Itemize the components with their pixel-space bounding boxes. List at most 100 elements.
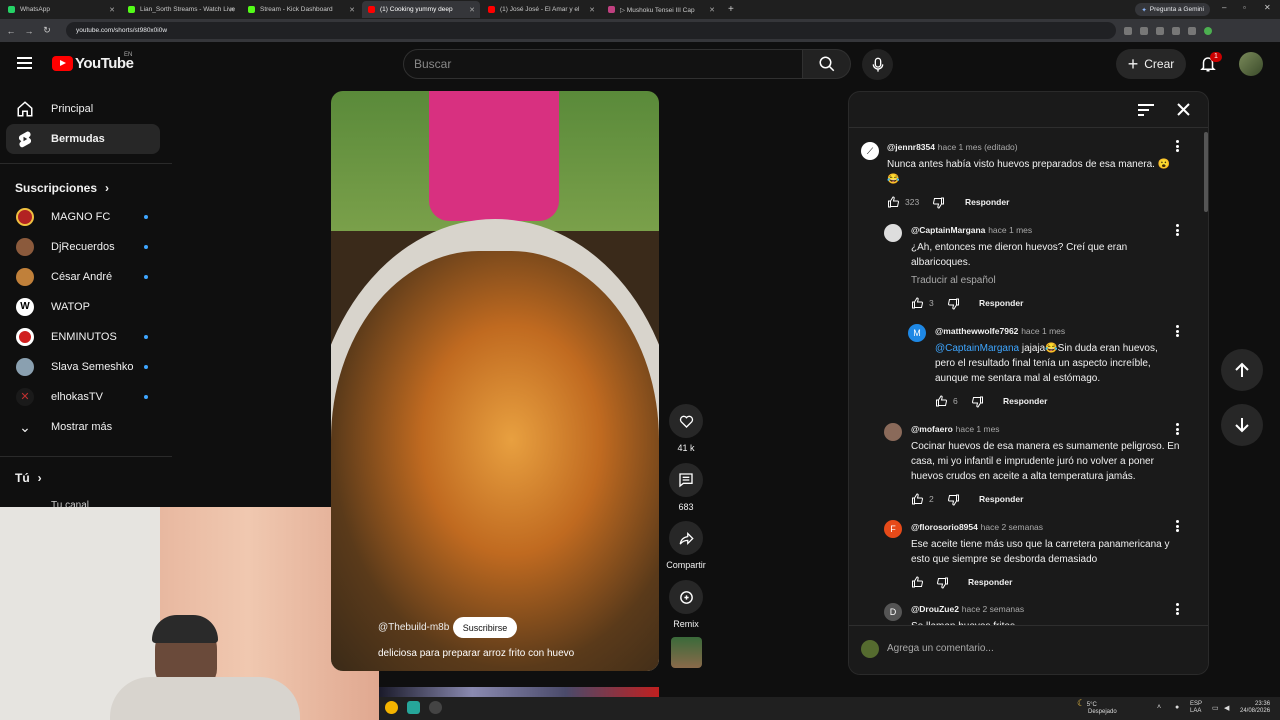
sidebar-sub-item[interactable]: César André <box>6 262 160 292</box>
browser-tab[interactable]: ▷ Mushoku Tensei III Cap ✕ <box>602 1 720 18</box>
remix-button[interactable] <box>669 580 703 614</box>
close-tab-icon[interactable]: ✕ <box>709 6 715 14</box>
commenter-avatar[interactable]: F <box>884 520 902 538</box>
you-heading[interactable]: Tú › <box>15 471 42 485</box>
browser-tab[interactable]: Lian_Sorth Streams - Watch Live ✕ <box>122 1 240 18</box>
network-icon[interactable]: ▭ <box>1212 704 1219 712</box>
gemini-button[interactable]: ✦ Pregunta a Gemini <box>1135 3 1210 16</box>
search-button[interactable] <box>803 49 851 79</box>
comment-handle[interactable]: @CaptainMargana <box>911 225 985 235</box>
short-channel-name[interactable]: @Thebuild-m8b <box>378 622 449 633</box>
add-comment-bar[interactable]: Agrega un comentario... <box>849 625 1208 674</box>
sidebar-item-shorts[interactable]: Bermudas <box>6 124 160 154</box>
sidebar-sub-item[interactable]: ✕ elhokasTV <box>6 382 160 412</box>
volume-icon[interactable]: ◀ <box>1224 704 1229 712</box>
microphone-tray-icon[interactable]: ● <box>1175 704 1179 711</box>
mention-link[interactable]: @CaptainMargana <box>935 343 1019 354</box>
window-close-icon[interactable]: ✕ <box>1264 3 1271 12</box>
like-button[interactable] <box>669 404 703 438</box>
browser-tab[interactable]: WhatsApp ✕ <box>2 1 120 18</box>
commenter-avatar[interactable] <box>884 423 902 441</box>
comment-options-icon[interactable] <box>1175 423 1179 435</box>
minimize-icon[interactable]: – <box>1222 3 1226 12</box>
app-icon[interactable] <box>407 701 420 714</box>
restore-icon[interactable]: ▫ <box>1243 3 1246 12</box>
forward-icon[interactable]: → <box>22 26 36 36</box>
zoom-icon[interactable] <box>1140 26 1148 35</box>
search-input[interactable]: Buscar <box>403 49 803 79</box>
sidebar-sub-item[interactable]: DjRecuerdos <box>6 232 160 262</box>
commenter-avatar[interactable]: M <box>908 324 926 342</box>
browser-tab[interactable]: Stream - Kick Dashboard ✕ <box>242 1 360 18</box>
share-icon[interactable] <box>1156 26 1164 35</box>
thumbs-down-icon[interactable] <box>932 197 945 209</box>
close-tab-icon[interactable]: ✕ <box>589 6 595 14</box>
short-video-player[interactable] <box>331 91 659 671</box>
thumbs-down-icon[interactable] <box>947 494 960 506</box>
comment-handle[interactable]: @mofaero <box>911 424 953 434</box>
reply-button[interactable]: Responder <box>965 197 1009 207</box>
thumbs-up-icon[interactable] <box>911 493 924 505</box>
browser-tab-active[interactable]: (1) Cooking yummy deep ✕ <box>362 1 480 18</box>
subscriptions-heading[interactable]: Suscripciones › <box>15 181 109 195</box>
sidebar-sub-item[interactable]: ENMINUTOS <box>6 322 160 352</box>
commenter-avatar[interactable]: ⟋ <box>861 142 879 160</box>
taskbar-clock[interactable]: 23:36 24/08/2026 <box>1240 701 1270 715</box>
show-more-button[interactable]: ⌄ Mostrar más <box>6 412 160 442</box>
sort-icon[interactable] <box>1138 104 1154 116</box>
obs-icon[interactable] <box>429 701 442 714</box>
reload-icon[interactable]: ↻ <box>40 25 54 36</box>
next-short-button[interactable] <box>1221 404 1263 446</box>
language-indicator[interactable]: ESP LAA <box>1190 701 1202 715</box>
comment-options-icon[interactable] <box>1175 603 1179 615</box>
bookmark-star-icon[interactable] <box>1172 26 1180 35</box>
close-tab-icon[interactable]: ✕ <box>349 6 355 14</box>
comment-handle[interactable]: @matthewwolfe7962 <box>935 326 1018 336</box>
extensions-icon[interactable] <box>1188 26 1196 35</box>
thumbs-down-icon[interactable] <box>947 298 960 310</box>
comment-options-icon[interactable] <box>1175 325 1179 337</box>
tray-chevron-icon[interactable]: ˄ <box>1157 704 1161 711</box>
share-button[interactable] <box>669 521 703 555</box>
thumbs-down-icon[interactable] <box>971 396 984 408</box>
menu-icon[interactable] <box>17 57 32 69</box>
thumbs-down-icon[interactable] <box>936 577 949 589</box>
translate-link[interactable]: Traducir al español <box>911 273 996 288</box>
sidebar-sub-item[interactable]: MAGNO FC <box>6 202 160 232</box>
reply-button[interactable]: Responder <box>979 494 1023 504</box>
add-comment-input[interactable]: Agrega un comentario... <box>887 643 994 654</box>
thumbs-up-icon[interactable] <box>935 395 948 407</box>
sidebar-sub-item[interactable]: Slava Semeshko <box>6 352 160 382</box>
reply-button[interactable]: Responder <box>979 298 1023 308</box>
sound-thumbnail[interactable] <box>671 637 702 668</box>
thumbs-up-icon[interactable] <box>887 196 900 208</box>
commenter-avatar[interactable]: D <box>884 603 902 621</box>
voice-search-button[interactable] <box>862 49 893 80</box>
chrome-icon[interactable] <box>385 701 398 714</box>
sidebar-sub-item[interactable]: W WATOP <box>6 292 160 322</box>
youtube-logo[interactable]: YouTube EN <box>52 52 134 72</box>
browser-tab[interactable]: (1) José José - El Amar y el ✕ <box>482 1 600 18</box>
comment-handle[interactable]: @florosorio8954 <box>911 522 978 532</box>
reply-button[interactable]: Responder <box>1003 396 1047 406</box>
url-field[interactable]: youtube.com/shorts/st980x0i0w <box>66 22 1116 39</box>
sidebar-item-home[interactable]: Principal <box>6 94 160 124</box>
new-tab-button[interactable]: + <box>728 4 734 15</box>
comment-handle[interactable]: @jennr8354 <box>887 142 935 152</box>
subscribe-button[interactable]: Suscribirse <box>453 617 517 638</box>
close-tab-icon[interactable]: ✕ <box>229 6 235 14</box>
thumbs-up-icon[interactable] <box>911 297 924 309</box>
close-tab-icon[interactable]: ✕ <box>469 6 475 14</box>
commenter-avatar[interactable] <box>884 224 902 242</box>
comments-scrollbar[interactable] <box>1204 132 1208 212</box>
comment-options-icon[interactable] <box>1175 140 1179 152</box>
reply-button[interactable]: Responder <box>968 577 1012 587</box>
weather-widget[interactable]: ☾ 5°C Despejado <box>1077 699 1117 716</box>
account-avatar[interactable] <box>1239 52 1263 76</box>
comment-options-icon[interactable] <box>1175 224 1179 236</box>
profile-icon[interactable] <box>1204 26 1212 35</box>
create-button[interactable]: + Crear <box>1116 49 1186 79</box>
comment-handle[interactable]: @DrouZue2 <box>911 604 959 614</box>
back-icon[interactable]: ← <box>4 26 18 36</box>
comment-options-icon[interactable] <box>1175 520 1179 532</box>
